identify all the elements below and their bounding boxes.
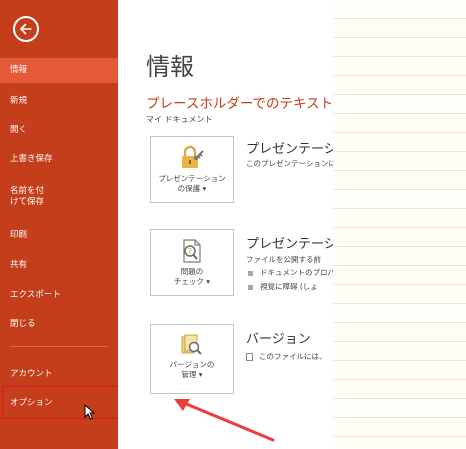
backstage-sidebar: 情報 新規 開く 上書き保存 名前を付けて保存 印刷 共有 エクスポート 閉じる… — [0, 0, 118, 449]
inspect-section-desc: ファイルを公開する前 — [246, 255, 321, 264]
page-title: 情報 — [146, 53, 194, 81]
nav-item-open[interactable]: 開く — [0, 119, 118, 141]
document-title[interactable]: プレースホルダーでのテキストの — [146, 92, 333, 112]
protect-section-desc: このプレゼンテーションに — [246, 159, 333, 168]
file-icon — [246, 353, 253, 361]
inspect-bullet-2: 視覚に障碍 (しょ — [248, 281, 333, 292]
inspect-section-title: プレゼンテーション — [246, 237, 333, 252]
inspect-bullet-1: ドキュメントのプロパ — [248, 267, 333, 278]
nav-item-new[interactable]: 新規 — [0, 90, 118, 112]
annotation-arrow-icon — [174, 399, 275, 442]
protect-section-title: プレゼンテーション — [246, 142, 333, 157]
preview-lined-area — [333, 0, 466, 449]
lock-key-icon — [182, 145, 204, 168]
nav-item-save-as[interactable]: 名前を付けて保存 — [0, 182, 118, 212]
manage-versions-icon — [181, 334, 202, 355]
nav-item-close[interactable]: 閉じる — [0, 313, 118, 335]
svg-text:?: ? — [188, 247, 192, 256]
nav-item-share[interactable]: 共有 — [0, 254, 118, 276]
manage-versions-button[interactable]: バージョンの 管理 ▾ — [150, 324, 234, 394]
options-highlight-box — [2, 386, 120, 419]
bullet-square-icon — [248, 270, 253, 276]
versions-section-desc: このファイルには、 — [246, 351, 333, 362]
nav-item-save[interactable]: 上書き保存 — [0, 148, 118, 170]
protect-presentation-button[interactable]: プレゼンテーション の保護 ▾ — [150, 136, 234, 203]
sidebar-divider — [10, 346, 108, 347]
nav-item-export[interactable]: エクスポート — [0, 284, 118, 306]
document-path: マイ ドキュメント — [146, 115, 213, 124]
nav-item-print[interactable]: 印刷 — [0, 224, 118, 246]
bullet-square-icon — [248, 284, 253, 290]
back-button[interactable] — [13, 16, 39, 42]
nav-item-info[interactable]: 情報 — [0, 58, 118, 83]
inspect-document-icon: ? — [183, 239, 201, 263]
check-for-issues-button[interactable]: ? 問題の チェック ▾ — [150, 229, 234, 296]
back-arrow-icon — [20, 23, 32, 35]
mouse-pointer-icon — [84, 404, 96, 420]
versions-section-title: バージョン — [246, 332, 311, 347]
nav-item-account[interactable]: アカウント — [0, 363, 118, 385]
